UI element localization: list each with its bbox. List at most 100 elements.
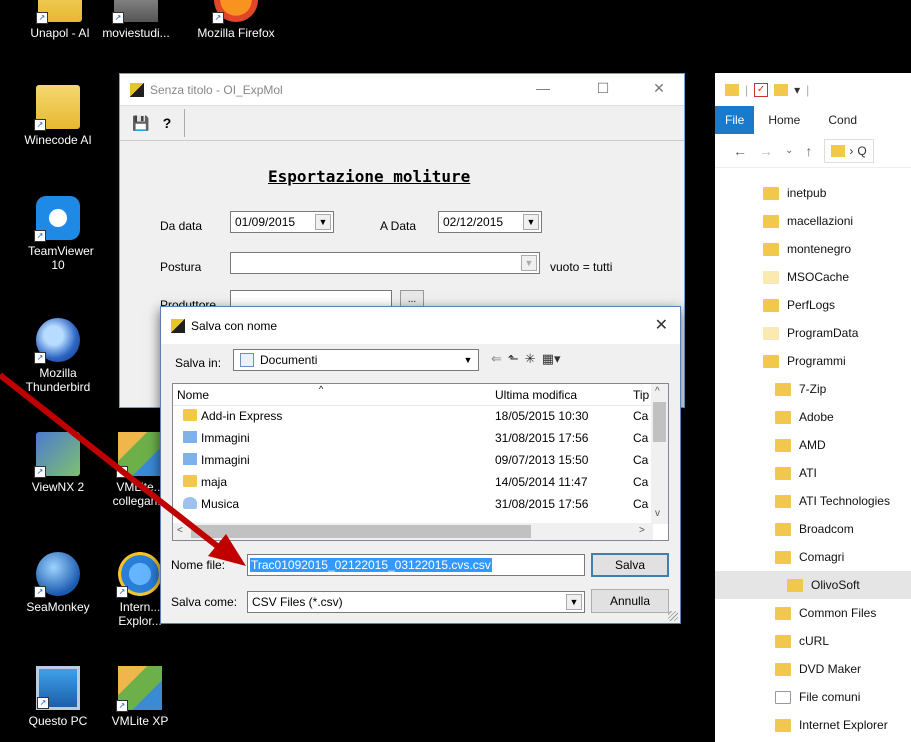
postura-combo[interactable]: ▼ bbox=[230, 252, 540, 274]
scroll-thumb[interactable] bbox=[653, 402, 666, 442]
desktop-icon-seamonkey[interactable]: ↗ SeaMonkey bbox=[18, 552, 98, 614]
new-folder-icon[interactable] bbox=[774, 83, 789, 96]
tab-file[interactable]: File bbox=[715, 106, 755, 134]
column-type[interactable]: Tip bbox=[633, 388, 649, 402]
desktop-icon-questo-pc[interactable]: ↗ Questo PC bbox=[18, 666, 98, 728]
tree-item[interactable]: inetpub bbox=[715, 179, 911, 207]
tab-share[interactable]: Cond bbox=[814, 106, 871, 134]
desktop-icon-vmlite-xp[interactable]: ↗ VMLite XP bbox=[100, 666, 180, 728]
maximize-button[interactable]: ☐ bbox=[580, 80, 626, 97]
scroll-down-icon[interactable]: v bbox=[655, 508, 660, 519]
file-name: Musica bbox=[201, 497, 240, 511]
chevron-down-icon[interactable]: ▼ bbox=[523, 214, 539, 230]
back-arrow-icon[interactable]: ← bbox=[733, 143, 747, 159]
save-icon[interactable]: 💾 bbox=[128, 110, 154, 136]
close-icon[interactable]: ✕ bbox=[655, 315, 668, 335]
address-box[interactable]: › Q bbox=[824, 138, 874, 163]
desktop-icon-viewnx[interactable]: ↗ ViewNX 2 bbox=[18, 432, 98, 494]
save-in-dropdown[interactable]: Documenti ▼ bbox=[233, 349, 479, 371]
recent-locations-icon[interactable]: ⌄ bbox=[785, 145, 793, 156]
vertical-scrollbar[interactable]: ^ v bbox=[651, 384, 668, 524]
column-name[interactable]: Nome bbox=[177, 388, 209, 402]
back-icon[interactable]: ⇐ bbox=[491, 351, 502, 367]
separator: | bbox=[745, 82, 749, 97]
tree-item[interactable]: montenegro bbox=[715, 235, 911, 263]
view-menu-icon[interactable]: ▦▾ bbox=[542, 351, 561, 367]
desktop-icon-firefox[interactable]: ↗ Mozilla Firefox bbox=[196, 0, 276, 40]
horizontal-scrollbar[interactable]: < > bbox=[173, 523, 653, 540]
close-button[interactable]: ✕ bbox=[636, 80, 682, 97]
expmol-titlebar[interactable]: Senza titolo - OI_ExpMol — ☐ ✕ bbox=[120, 74, 684, 105]
desktop-icon-winecode[interactable]: ↗ Winecode AI bbox=[18, 85, 98, 147]
dialog-titlebar[interactable]: Salva con nome bbox=[161, 307, 680, 344]
folder-icon bbox=[763, 214, 779, 228]
column-modified[interactable]: Ultima modifica bbox=[495, 388, 577, 402]
save-button[interactable]: Salva bbox=[591, 553, 669, 577]
da-data-value: 01/09/2015 bbox=[235, 215, 296, 229]
tree-item[interactable]: ATI Technologies bbox=[715, 487, 911, 515]
tree-item[interactable]: OlivoSoft bbox=[715, 571, 911, 599]
cancel-button[interactable]: Annulla bbox=[591, 589, 669, 613]
tree-item[interactable]: cURL bbox=[715, 627, 911, 655]
filetype-dropdown[interactable]: CSV Files (*.csv) ▼ bbox=[247, 591, 585, 613]
up-arrow-icon[interactable]: ↑ bbox=[805, 143, 812, 159]
file-row[interactable]: Immagini 09/07/2013 15:50 Ca bbox=[173, 450, 653, 472]
scroll-thumb[interactable] bbox=[191, 525, 531, 538]
forward-arrow-icon[interactable]: → bbox=[759, 143, 773, 159]
tree-item-label: OlivoSoft bbox=[811, 578, 860, 592]
minimize-button[interactable]: — bbox=[520, 80, 566, 96]
file-row[interactable]: Add-in Express 18/05/2015 10:30 Ca bbox=[173, 406, 653, 428]
desktop-icon-unapol[interactable]: ↗ Unapol - AI bbox=[20, 0, 100, 40]
folder-icon: ↗ bbox=[36, 0, 82, 24]
tree-item[interactable]: macellazioni bbox=[715, 207, 911, 235]
resize-grip[interactable] bbox=[668, 611, 678, 621]
new-folder-icon[interactable]: ✳ bbox=[525, 351, 536, 367]
chevron-down-icon[interactable]: ▼ bbox=[460, 352, 476, 368]
folder-icon bbox=[775, 410, 791, 424]
help-icon[interactable]: ? bbox=[154, 110, 180, 136]
tree-item[interactable]: AMD bbox=[715, 431, 911, 459]
tree-item[interactable]: Common Files bbox=[715, 599, 911, 627]
a-data-picker[interactable]: 02/12/2015 ▼ bbox=[438, 211, 542, 233]
tree-item-label: inetpub bbox=[787, 186, 827, 200]
tree-item[interactable]: DVD Maker bbox=[715, 655, 911, 683]
folder-icon bbox=[775, 466, 791, 480]
tree-item[interactable]: Broadcom bbox=[715, 515, 911, 543]
chevron-down-icon[interactable]: ▼ bbox=[521, 255, 537, 271]
tree-item[interactable]: File comuni bbox=[715, 683, 911, 711]
file-type: Ca bbox=[633, 497, 649, 511]
folder-icon[interactable] bbox=[725, 83, 739, 96]
tree-item[interactable]: ProgramData bbox=[715, 319, 911, 347]
tree-item-label: montenegro bbox=[787, 242, 852, 256]
tree-item[interactable]: Adobe bbox=[715, 403, 911, 431]
customize-qat-icon[interactable]: ▾ bbox=[794, 83, 800, 97]
scroll-left-icon[interactable]: < bbox=[177, 525, 183, 536]
chevron-down-icon[interactable]: ▼ bbox=[315, 214, 331, 230]
file-row[interactable]: Musica 31/08/2015 17:56 Ca bbox=[173, 494, 653, 516]
up-folder-icon[interactable]: ⬑ bbox=[508, 351, 519, 367]
properties-icon[interactable]: ✓ bbox=[754, 82, 769, 97]
tree-item[interactable]: ATI bbox=[715, 459, 911, 487]
tree-item[interactable]: MSOCache bbox=[715, 263, 911, 291]
tree-item[interactable]: PerfLogs bbox=[715, 291, 911, 319]
seamonkey-icon: ↗ bbox=[34, 552, 80, 598]
tree-item[interactable]: Comagri bbox=[715, 543, 911, 571]
scroll-right-icon[interactable]: > bbox=[639, 525, 645, 536]
address-text: Q bbox=[857, 143, 867, 158]
desktop-icon-thunderbird[interactable]: ↗ Mozilla Thunderbird bbox=[18, 318, 98, 394]
file-row[interactable]: Immagini 31/08/2015 17:56 Ca bbox=[173, 428, 653, 450]
desktop-icon-teamviewer[interactable]: ↗ TeamViewer 10 bbox=[18, 196, 98, 272]
filename-input[interactable]: Trac01092015_02122015_03122015.cvs.csv bbox=[247, 554, 585, 576]
tree-item[interactable]: 7-Zip bbox=[715, 375, 911, 403]
file-name: Immagini bbox=[201, 431, 250, 445]
folder-icon bbox=[763, 354, 779, 368]
file-row[interactable]: maja 14/05/2014 11:47 Ca bbox=[173, 472, 653, 494]
tree-item[interactable]: Internet Explorer bbox=[715, 711, 911, 739]
scroll-up-icon[interactable]: ^ bbox=[655, 386, 660, 397]
desktop-icon-moviestudio[interactable]: ↗ moviestudi... bbox=[96, 0, 176, 40]
filetype-value: CSV Files (*.csv) bbox=[252, 595, 343, 609]
chevron-down-icon[interactable]: ▼ bbox=[566, 594, 582, 610]
tree-item[interactable]: Programmi bbox=[715, 347, 911, 375]
da-data-picker[interactable]: 01/09/2015 ▼ bbox=[230, 211, 334, 233]
tab-home[interactable]: Home bbox=[754, 106, 814, 134]
